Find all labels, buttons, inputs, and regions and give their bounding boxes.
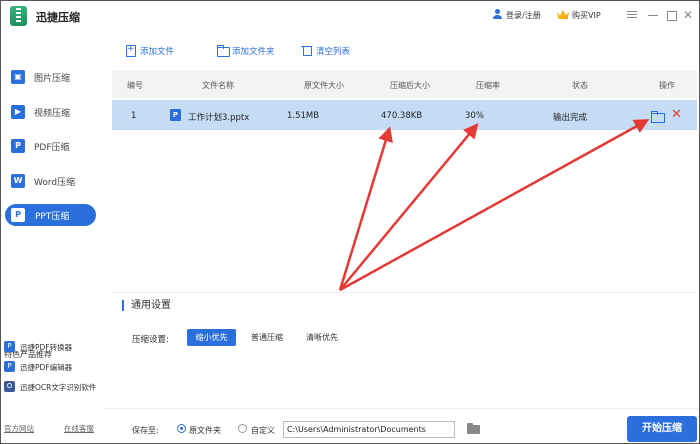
header-actions: 操作 <box>659 81 675 90</box>
browse-folder-icon[interactable] <box>467 423 481 434</box>
row-original-size: 1.51MB <box>287 111 320 121</box>
buy-vip-link[interactable]: 购买VIP <box>558 10 601 21</box>
save-to-label: 保存至: <box>132 426 159 435</box>
radio-original-folder-label: 原文件夹 <box>189 426 221 435</box>
ppt-icon: P <box>11 208 25 222</box>
minimize-icon[interactable] <box>647 9 659 21</box>
row-compressed-size: 470.38KB <box>381 111 423 121</box>
row-index: 1 <box>131 111 137 121</box>
menu-icon[interactable] <box>626 9 638 21</box>
sidebar-item-ppt[interactable]: P PPT压缩 <box>5 204 96 226</box>
official-site-link[interactable]: 官方网站 <box>4 423 34 434</box>
header-name: 文件名称 <box>202 81 234 90</box>
option-smallest[interactable]: 缩小优先 <box>187 329 236 346</box>
sidebar-item-image[interactable]: ▣ 图片压缩 <box>1 66 104 88</box>
radio-original-folder[interactable] <box>177 424 186 433</box>
pdf-converter-icon: P <box>4 341 15 352</box>
footer-bar: 保存至: 原文件夹 自定义 开始压缩 <box>104 408 699 443</box>
option-normal[interactable]: 普通压缩 <box>246 329 288 346</box>
sidebar-item-pdf[interactable]: P PDF压缩 <box>1 135 104 157</box>
toolbar: 添加文件 添加文件夹 清空列表 <box>104 32 699 68</box>
sidebar-item-video[interactable]: ▶ 视频压缩 <box>1 101 104 123</box>
settings-panel: 通用设置 压缩设置: 缩小优先 普通压缩 清晰优先 <box>112 292 697 400</box>
header-compressed-size: 压缩后大小 <box>390 81 430 90</box>
radio-custom[interactable] <box>238 424 247 433</box>
pdf-editor-icon: P <box>4 361 15 372</box>
add-file-button[interactable]: 添加文件 <box>125 44 174 57</box>
ocr-icon: O <box>4 381 15 392</box>
app-logo-icon <box>10 6 27 26</box>
login-link[interactable]: 登录/注册 <box>492 10 541 21</box>
header-ratio: 压缩率 <box>476 81 500 90</box>
save-path-input[interactable] <box>283 421 455 438</box>
sidebar-item-word[interactable]: W Word压缩 <box>1 170 104 192</box>
close-icon[interactable]: ✕ <box>682 9 694 21</box>
video-icon: ▶ <box>11 105 25 119</box>
folder-icon <box>217 45 230 57</box>
add-file-icon <box>125 44 136 57</box>
row-ratio: 30% <box>465 111 484 121</box>
table-row[interactable]: 1 P 工作计划3.pptx 1.51MB 470.38KB 30% 输出完成 … <box>112 100 697 130</box>
header-status: 状态 <box>572 81 588 90</box>
maximize-icon[interactable] <box>665 9 677 21</box>
word-icon: W <box>11 174 25 188</box>
row-file-name: 工作计划3.pptx <box>188 113 250 123</box>
option-clarity[interactable]: 清晰优先 <box>301 329 343 346</box>
image-icon: ▣ <box>11 70 25 84</box>
file-table: 编号 文件名称 原文件大小 压缩后大小 压缩率 状态 操作 1 P 工作计划3.… <box>112 70 697 290</box>
clear-list-button[interactable]: 清空列表 <box>301 45 350 57</box>
online-support-link[interactable]: 在线客服 <box>64 423 94 434</box>
trash-icon <box>301 45 312 56</box>
settings-title: 通用设置 <box>122 300 171 311</box>
sidebar: ▣ 图片压缩 ▶ 视频压缩 P PDF压缩 W Word压缩 P PPT压缩 特… <box>1 32 104 443</box>
pdf-icon: P <box>11 139 25 153</box>
delete-icon[interactable]: ✕ <box>671 107 682 123</box>
header-index: 编号 <box>127 81 143 90</box>
app-title: 迅捷压缩 <box>36 11 80 24</box>
open-folder-icon[interactable] <box>651 111 665 123</box>
table-header: 编号 文件名称 原文件大小 压缩后大小 压缩率 状态 操作 <box>112 70 697 98</box>
row-status: 输出完成 <box>553 113 588 123</box>
compression-mode-label: 压缩设置: <box>132 335 169 345</box>
ppt-file-icon: P <box>170 109 181 121</box>
add-folder-button[interactable]: 添加文件夹 <box>217 45 275 57</box>
header-original-size: 原文件大小 <box>304 81 344 90</box>
radio-custom-label: 自定义 <box>251 426 275 435</box>
start-compress-button[interactable]: 开始压缩 <box>627 416 697 442</box>
